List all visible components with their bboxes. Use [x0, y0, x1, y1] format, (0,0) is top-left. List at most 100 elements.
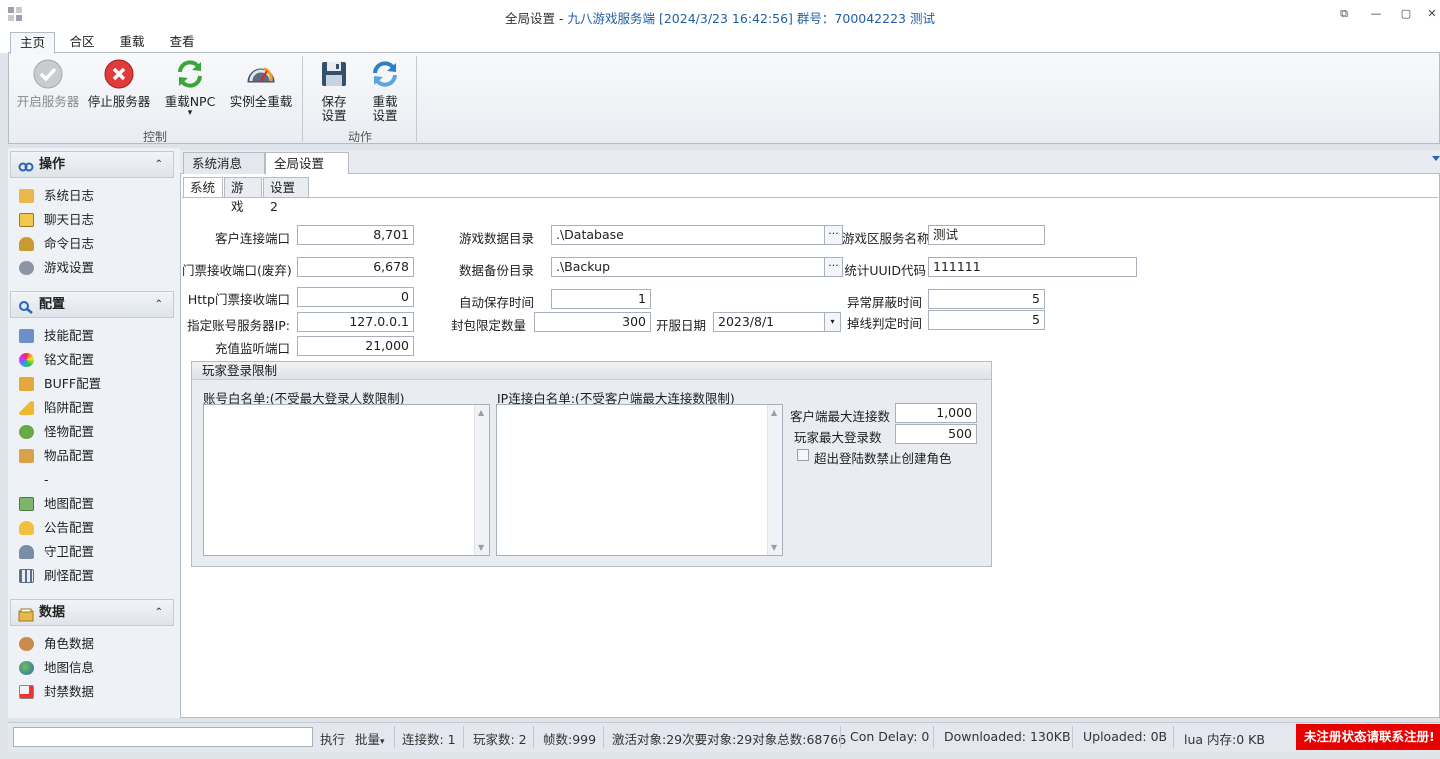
disconnect-time-input[interactable]: 5	[928, 310, 1045, 330]
tab-overflow-icon[interactable]	[1432, 156, 1440, 161]
sidebar-item-buff-config[interactable]: BUFF配置	[18, 374, 101, 394]
registration-warning[interactable]: 未注册状态请联系注册!	[1296, 724, 1440, 750]
ribbon-tab-home[interactable]: 主页	[10, 32, 55, 54]
box-icon	[19, 449, 34, 463]
ribbon-tab-reload[interactable]: 重载	[111, 32, 153, 54]
status-separator	[463, 726, 464, 748]
sidebar-section-operations[interactable]: 操作 ⌃	[10, 151, 174, 178]
players-count: 玩家数: 2	[473, 732, 527, 747]
packet-limit-input[interactable]: 300	[534, 312, 651, 332]
minimize-icon[interactable]: —	[1368, 6, 1384, 22]
abnormal-block-input[interactable]: 5	[928, 289, 1045, 309]
start-server-button[interactable]: 开启服务器	[14, 58, 82, 109]
browse-data-dir-button[interactable]: ···	[825, 225, 843, 245]
chevron-down-icon[interactable]: ▾	[160, 109, 220, 118]
scroll-up-icon[interactable]: ▲	[478, 408, 484, 417]
reload-settings-button[interactable]: 重载 设置	[364, 58, 406, 123]
check-icon	[32, 58, 64, 90]
users-icon	[19, 637, 34, 651]
max-client-conn-label: 客户端最大连接数	[790, 409, 891, 424]
warning-icon	[19, 401, 34, 415]
recharge-port-input[interactable]: 21,000	[297, 336, 414, 356]
save-settings-label-2: 设置	[321, 108, 347, 123]
sidebar-item-map-config[interactable]: 地图配置	[18, 494, 94, 514]
command-input[interactable]	[13, 727, 313, 747]
subtab-system[interactable]: 系统	[183, 177, 223, 198]
close-icon[interactable]: ✕	[1424, 6, 1440, 22]
browse-backup-dir-button[interactable]: ···	[825, 257, 843, 277]
tab-global-settings[interactable]: 全局设置✕	[265, 152, 349, 192]
batch-button[interactable]: 批量▾	[355, 729, 385, 748]
sidebar-item-inscription-config[interactable]: 铭文配置	[18, 350, 94, 370]
sidebar-item-system-log[interactable]: 系统日志	[18, 186, 94, 206]
sidebar-item-label: 公告配置	[44, 520, 95, 535]
sidebar-item-guard-config[interactable]: 守卫配置	[18, 542, 94, 562]
restore-icon[interactable]: ⧉	[1336, 6, 1352, 22]
monster-icon	[19, 425, 34, 439]
uuid-input[interactable]: 111111	[928, 257, 1137, 277]
execute-button[interactable]: 执行	[320, 729, 345, 748]
sidebar-section-data[interactable]: 数据 ⌃	[10, 599, 174, 626]
autosave-input[interactable]: 1	[551, 289, 651, 309]
max-login-label: 玩家最大登录数	[794, 430, 882, 445]
collapse-icon[interactable]: ⌃	[155, 152, 163, 177]
ip-whitelist-textarea[interactable]: ▲ ▼	[496, 404, 783, 556]
sidebar-item-game-settings[interactable]: 游戏设置	[18, 258, 94, 278]
sidebar-item-skill-config[interactable]: 技能配置	[18, 326, 94, 346]
subtab-game[interactable]: 游戏	[224, 177, 262, 214]
ribbon-tab-merge[interactable]: 合区	[61, 32, 103, 54]
sidebar-item-separator: -	[18, 470, 49, 490]
downloaded-size: Downloaded: 130KB	[944, 729, 1071, 744]
account-whitelist-textarea[interactable]: ▲ ▼	[203, 404, 490, 556]
sidebar-item-trap-config[interactable]: 陷阱配置	[18, 398, 94, 418]
maximize-icon[interactable]: ▢	[1398, 6, 1414, 22]
sidebar-item-label: 守卫配置	[44, 544, 95, 559]
sidebar-item-spawn-config[interactable]: 刷怪配置	[18, 566, 94, 586]
buff-icon	[19, 377, 34, 391]
backup-dir-input[interactable]: .\Backup	[551, 257, 825, 277]
scrollbar[interactable]: ▲ ▼	[474, 405, 489, 555]
collapse-icon[interactable]: ⌃	[155, 292, 163, 317]
max-client-conn-input[interactable]: 1,000	[895, 403, 977, 423]
sidebar-item-map-info[interactable]: 地图信息	[18, 658, 94, 678]
stop-server-button[interactable]: 停止服务器	[86, 58, 152, 109]
server-name-input[interactable]: 测试	[928, 225, 1045, 245]
forbid-create-checkbox[interactable]	[797, 449, 809, 461]
objects-counter: 激活对象:29次要对象:29对象总数:68766	[612, 732, 847, 747]
open-date-input[interactable]: 2023/8/1	[713, 312, 825, 332]
scroll-down-icon[interactable]: ▼	[478, 543, 484, 552]
reload-settings-label-2: 设置	[372, 108, 398, 123]
guard-icon	[19, 545, 34, 559]
sidebar-item-label: 系统日志	[44, 188, 95, 203]
subtab-settings2[interactable]: 设置2	[263, 177, 309, 214]
sidebar-item-chat-log[interactable]: 聊天日志	[18, 210, 94, 230]
data-dir-input[interactable]: .\Database	[551, 225, 825, 245]
client-port-input[interactable]: 8,701	[297, 225, 414, 245]
save-settings-button[interactable]: 保存 设置	[314, 58, 354, 123]
sidebar-section-title: 数据	[39, 605, 66, 620]
collapse-icon[interactable]: ⌃	[155, 600, 163, 625]
sidebar-item-notice-config[interactable]: 公告配置	[18, 518, 94, 538]
scroll-down-icon[interactable]: ▼	[771, 543, 777, 552]
account-server-ip-input[interactable]: 127.0.0.1	[297, 312, 414, 332]
data-dir-label: 游戏数据目录	[458, 231, 534, 246]
http-ticket-port-input[interactable]: 0	[297, 287, 414, 307]
sidebar-item-item-config[interactable]: 物品配置	[18, 446, 94, 466]
sidebar-section-config[interactable]: 配置 ⌃	[10, 291, 174, 318]
sidebar-item-monster-config[interactable]: 怪物配置	[18, 422, 94, 442]
ribbon-tab-view[interactable]: 查看	[161, 32, 203, 54]
gauge-icon	[245, 58, 277, 90]
sidebar-item-ban-data[interactable]: 封禁数据	[18, 682, 94, 702]
reload-npc-label: 重载NPC	[164, 94, 216, 109]
sidebar-item-command-log[interactable]: 命令日志	[18, 234, 94, 254]
max-login-input[interactable]: 500	[895, 424, 977, 444]
reload-all-instances-button[interactable]: 实例全重载	[226, 58, 296, 109]
chevron-down-icon[interactable]: ▾	[825, 312, 841, 332]
scroll-up-icon[interactable]: ▲	[771, 408, 777, 417]
ticket-port-input[interactable]: 6,678	[297, 257, 414, 277]
tab-system-messages[interactable]: 系统消息	[183, 152, 265, 174]
sidebar-item-character-data[interactable]: 角色数据	[18, 634, 94, 654]
scrollbar[interactable]: ▲ ▼	[767, 405, 782, 555]
reload-npc-button[interactable]: 重载NPC ▾	[160, 58, 220, 118]
ribbon-tab-strip	[0, 30, 1440, 53]
